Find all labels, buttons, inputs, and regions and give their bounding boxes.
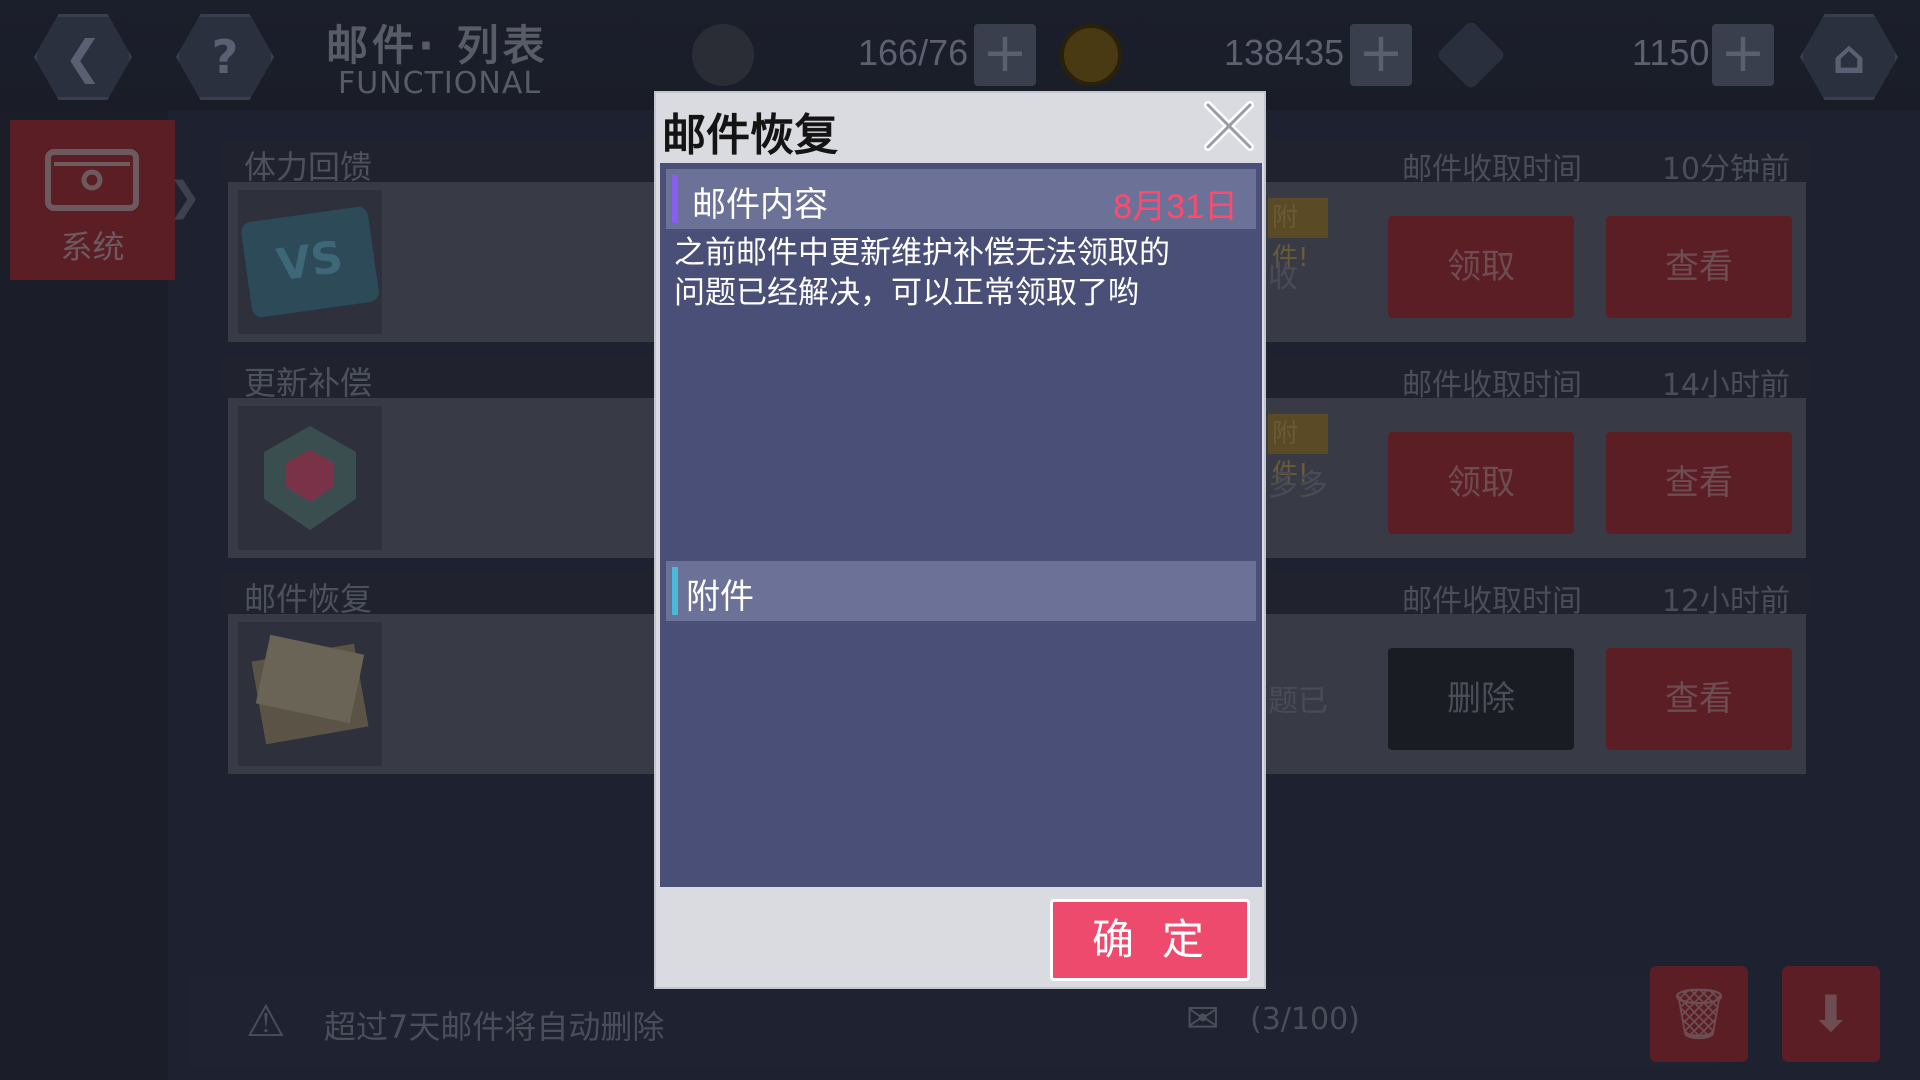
mail-item-snippet: 多多	[1268, 468, 1328, 503]
dialog-panel: 邮件内容 8月31日 之前邮件中更新维护补偿无法领取的 问题已经解决，可以正常领…	[660, 163, 1262, 887]
claim-all-button[interactable]: ⬇	[1782, 966, 1880, 1062]
add-coin-button[interactable]: +	[1350, 24, 1412, 86]
heart-crest-icon	[238, 406, 382, 550]
close-button[interactable]	[1200, 97, 1258, 155]
stamina-icon	[692, 24, 754, 86]
warning-icon: ⚠	[246, 996, 286, 1047]
auto-delete-notice: 超过7天邮件将自动删除	[324, 1008, 665, 1046]
envelope-icon	[238, 622, 382, 766]
claim-button[interactable]: 领取	[1388, 432, 1574, 534]
mail-item-snippet: 题已	[1268, 684, 1328, 719]
add-stamina-button[interactable]: +	[974, 24, 1036, 86]
dialog-title: 邮件恢复	[662, 110, 838, 161]
tab-system[interactable]: 系统	[10, 120, 175, 280]
mail-count-icon: ✉	[1186, 996, 1220, 1042]
home-icon: ⌂	[1832, 30, 1866, 84]
add-gem-button[interactable]: +	[1712, 24, 1774, 86]
mail-system-icon	[45, 149, 139, 211]
mail-detail-dialog: 邮件恢复 邮件内容 8月31日 之前邮件中更新维护补偿无法领取的 问题已经解决，…	[654, 91, 1266, 989]
category-sidebar: 系统 ❯	[0, 110, 202, 1080]
view-button[interactable]: 查看	[1606, 648, 1792, 750]
coin-value: 138435	[1224, 32, 1345, 73]
sidebar-arrow-icon: ❯	[168, 174, 202, 220]
mail-content-line: 问题已经解决，可以正常领取了哟	[674, 275, 1139, 311]
claim-button[interactable]: 领取	[1388, 216, 1574, 318]
mail-content: 之前邮件中更新维护补偿无法领取的 问题已经解决，可以正常领取了哟	[674, 233, 1234, 313]
stamina-value: 166/76	[858, 32, 969, 73]
attachment-section-marker	[672, 567, 678, 615]
content-section-title: 邮件内容	[692, 185, 828, 225]
mail-item-snippet: 收	[1268, 260, 1298, 295]
gem-value: 1150	[1632, 32, 1710, 73]
page-title: 邮件· 列表	[326, 21, 549, 70]
delete-button[interactable]: 删除	[1388, 648, 1574, 750]
back-button[interactable]: ❮	[34, 14, 132, 100]
content-section-marker	[672, 175, 678, 223]
view-button[interactable]: 查看	[1606, 216, 1792, 318]
view-button[interactable]: 查看	[1606, 432, 1792, 534]
attachment-tag: 附件!	[1268, 198, 1328, 273]
delete-all-button[interactable]: 🗑	[1650, 966, 1748, 1062]
download-icon: ⬇	[1810, 985, 1852, 1043]
home-button[interactable]: ⌂	[1800, 14, 1898, 100]
help-button[interactable]: ?	[176, 14, 274, 100]
content-section-header: 邮件内容 8月31日	[666, 169, 1256, 229]
tab-system-label: 系统	[60, 228, 125, 266]
trash-icon: 🗑	[1667, 985, 1731, 1043]
attachment-section-title: 附件	[686, 577, 754, 617]
mail-date: 8月31日	[1113, 188, 1238, 226]
mail-content-line: 之前邮件中更新维护补偿无法领取的	[674, 235, 1170, 271]
question-icon: ?	[211, 30, 239, 84]
gem-icon	[1435, 19, 1507, 91]
back-arrow-icon: ❮	[63, 30, 103, 84]
attachment-tag: 附件!	[1268, 414, 1328, 489]
mail-count: (3/100)	[1250, 1002, 1360, 1037]
attachment-section-header: 附件	[666, 561, 1256, 621]
coin-icon	[1060, 24, 1122, 86]
close-icon	[1204, 101, 1254, 151]
page-subtitle: FUNCTIONAL	[338, 66, 542, 101]
vs-ticket-icon: VS	[238, 190, 382, 334]
confirm-button[interactable]: 确定	[1050, 899, 1250, 981]
